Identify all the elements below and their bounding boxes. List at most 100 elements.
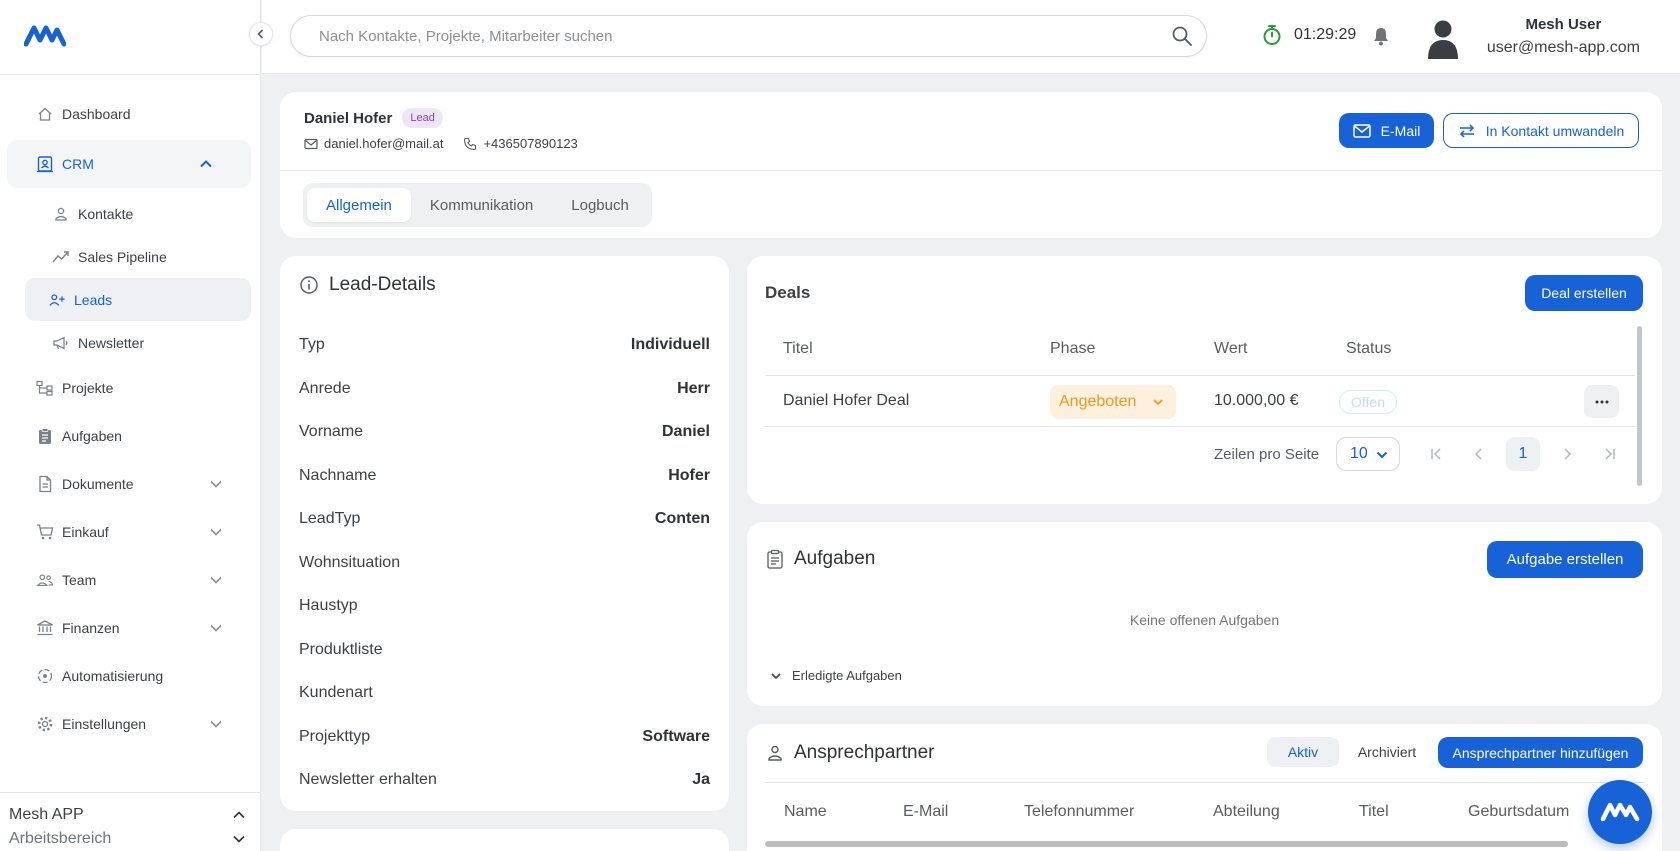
create-task-button[interactable]: Aufgabe erstellen: [1487, 541, 1643, 578]
detail-tabs: Allgemein Kommunikation Logbuch: [303, 183, 652, 227]
detail-row: LeadTyp Conten: [299, 510, 710, 528]
mesh-logo[interactable]: [24, 22, 66, 48]
time-tracker[interactable]: 01:29:29: [1262, 24, 1356, 46]
search-input[interactable]: [319, 25, 1159, 47]
tab-logbuch[interactable]: Logbuch: [552, 188, 648, 222]
trend-icon: [52, 248, 70, 266]
column-header[interactable]: Wert: [1214, 340, 1247, 358]
filter-active[interactable]: Aktiv: [1267, 737, 1339, 767]
sidebar-item-automatisierung[interactable]: Automatisierung: [0, 652, 261, 700]
sidebar-item-label: Newsletter: [78, 334, 145, 351]
user-info[interactable]: Mesh User user@mesh-app.com: [1487, 15, 1640, 61]
detail-value: Hofer: [668, 467, 710, 484]
add-contact-person-button[interactable]: Ansprechpartner hinzufügen: [1438, 737, 1643, 768]
sidebar-item-dokumente[interactable]: Dokumente: [0, 460, 261, 508]
sidebar-item-aufgaben[interactable]: Aufgaben: [0, 412, 261, 460]
tasks-icon: [36, 427, 54, 445]
detail-label: Vorname: [299, 423, 364, 440]
completed-tasks-label: Erledigte Aufgaben: [792, 668, 902, 683]
column-header[interactable]: Telefonnummer: [1024, 803, 1134, 821]
more-actions-button[interactable]: [1584, 385, 1619, 418]
next-page-icon[interactable]: [1550, 437, 1584, 471]
chevron-down-icon[interactable]: [209, 477, 223, 491]
horizontal-scrollbar[interactable]: [765, 841, 1568, 847]
mesh-logo-icon: [1600, 800, 1640, 824]
prev-page-icon[interactable]: [1462, 437, 1496, 471]
avatar[interactable]: [1426, 17, 1460, 59]
sidebar-item-sales-pipeline[interactable]: Sales Pipeline: [0, 235, 261, 278]
sidebar-item-leads[interactable]: Leads: [25, 278, 251, 321]
chevron-down-icon[interactable]: [209, 573, 223, 587]
first-page-icon[interactable]: [1419, 437, 1453, 471]
sidebar-item-newsletter[interactable]: Newsletter: [0, 321, 261, 364]
next-card: [280, 829, 729, 851]
lead-email[interactable]: daniel.hofer@mail.at: [324, 136, 443, 151]
convert-to-contact-button[interactable]: In Kontakt umwandeln: [1443, 113, 1639, 148]
sidebar-item-projekte[interactable]: Projekte: [0, 364, 261, 412]
tab-kommunikation[interactable]: Kommunikation: [411, 188, 552, 222]
lead-name: Daniel Hofer: [304, 109, 393, 127]
sidebar-item-einkauf[interactable]: Einkauf: [0, 508, 261, 556]
table-row[interactable]: Daniel Hofer Deal Angeboten 10.000,00 € …: [765, 377, 1635, 427]
lead-phone[interactable]: +436507890123: [483, 136, 577, 151]
detail-value: Individuell: [630, 336, 710, 353]
sidebar-item-crm[interactable]: CRM: [7, 140, 251, 188]
detail-label: Wohnsituation: [299, 554, 401, 571]
workspace-app-row[interactable]: Mesh APP: [9, 803, 252, 827]
bell-icon[interactable]: [1372, 26, 1390, 46]
column-header[interactable]: Name: [784, 803, 827, 821]
sidebar-collapse-button[interactable]: [249, 22, 273, 46]
deal-title[interactable]: Daniel Hofer Deal: [783, 392, 909, 410]
sidebar-item-finanzen[interactable]: Finanzen: [0, 604, 261, 652]
column-header[interactable]: Abteilung: [1213, 803, 1280, 821]
sidebar-item-einstellungen[interactable]: Einstellungen: [0, 700, 261, 748]
phase-select[interactable]: Angeboten: [1050, 385, 1176, 419]
sidebar-item-label: Dokumente: [62, 476, 134, 492]
detail-row: Produktliste: [299, 641, 710, 659]
detail-label: Anrede: [299, 380, 351, 397]
column-header[interactable]: Titel: [783, 340, 813, 358]
chevron-down-icon[interactable]: [209, 525, 223, 539]
mail-icon: [304, 138, 318, 150]
sidebar-item-label: Projekte: [62, 380, 114, 396]
detail-row: Projekttyp Software: [299, 728, 710, 746]
tasks-title: Aufgaben: [794, 548, 876, 569]
last-page-icon[interactable]: [1593, 437, 1627, 471]
chevron-up-icon[interactable]: [199, 157, 213, 171]
workspace-switcher[interactable]: Mesh APP Arbeitsbereich: [0, 792, 261, 851]
tab-allgemein[interactable]: Allgemein: [307, 188, 411, 222]
sidebar-item-team[interactable]: Team: [0, 556, 261, 604]
sidebar-item-dashboard[interactable]: Dashboard: [0, 90, 261, 138]
chevron-down-icon: [1376, 450, 1388, 460]
email-button[interactable]: E-Mail: [1339, 113, 1434, 148]
completed-tasks-toggle[interactable]: Erledigte Aufgaben: [770, 668, 902, 683]
chevron-down-icon[interactable]: [209, 717, 223, 731]
pagination: Zeilen pro Seite 10 1: [765, 436, 1635, 472]
column-header[interactable]: Status: [1346, 340, 1391, 358]
create-deal-button[interactable]: Deal erstellen: [1525, 275, 1643, 311]
filter-archived[interactable]: Archiviert: [1347, 737, 1427, 767]
info-icon: [299, 275, 319, 295]
search-icon[interactable]: [1171, 25, 1193, 47]
column-header[interactable]: E-Mail: [903, 803, 948, 821]
chevron-down-icon: [770, 671, 782, 681]
divider: [765, 782, 1645, 783]
detail-value: Ja: [692, 771, 710, 788]
current-page[interactable]: 1: [1506, 437, 1540, 471]
rows-per-page-select[interactable]: 10: [1336, 437, 1400, 471]
home-icon: [36, 105, 54, 123]
column-header[interactable]: Titel: [1359, 803, 1389, 821]
chevron-down-icon[interactable]: [209, 621, 223, 635]
sidebar-item-kontakte[interactable]: Kontakte: [0, 192, 261, 235]
detail-row: Haustyp: [299, 597, 710, 615]
global-search[interactable]: [290, 15, 1207, 57]
workspace-area-row[interactable]: Arbeitsbereich: [9, 827, 252, 851]
timer-value: 01:29:29: [1294, 26, 1357, 43]
deals-scrollbar[interactable]: [1637, 326, 1642, 486]
detail-value: Software: [642, 728, 710, 745]
column-header[interactable]: Phase: [1050, 340, 1095, 358]
mesh-assistant-button[interactable]: [1588, 780, 1652, 844]
sidebar-item-label: Dashboard: [62, 106, 131, 122]
column-header[interactable]: Geburtsdatum: [1468, 803, 1569, 821]
deals-title: Deals: [765, 283, 811, 302]
